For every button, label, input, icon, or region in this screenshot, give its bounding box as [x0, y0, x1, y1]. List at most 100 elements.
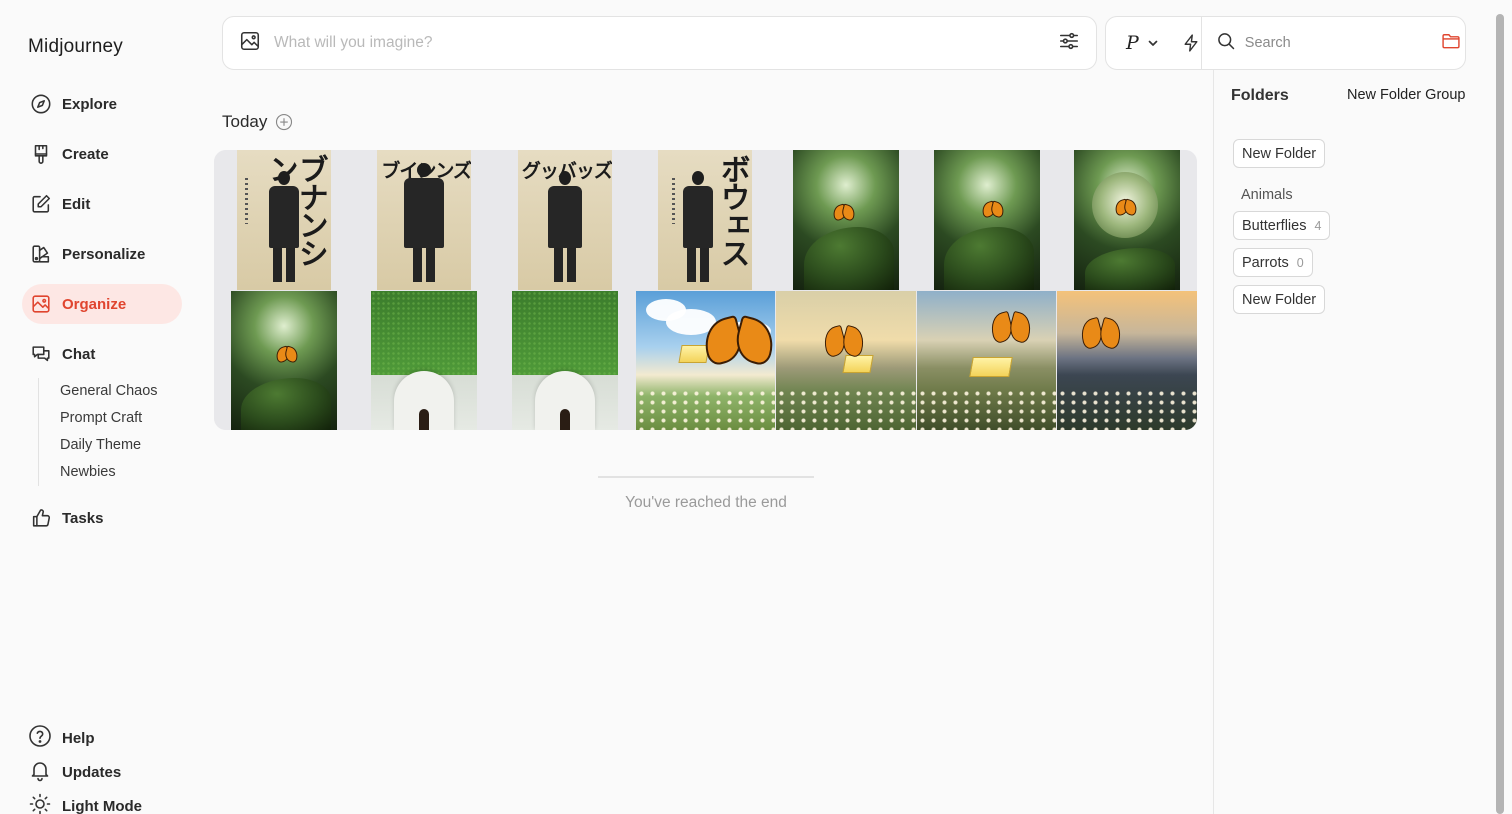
personalization-mode-letter: P [1126, 32, 1139, 54]
folders-title: Folders [1231, 87, 1289, 104]
chat-channel-list: General Chaos Prompt Craft Daily Theme N… [38, 378, 188, 486]
bell-icon [28, 758, 52, 786]
poster-title: ボウェス [714, 154, 750, 266]
folder-parrots[interactable]: Parrots 0 [1233, 248, 1313, 277]
gallery-item[interactable] [916, 291, 1057, 430]
image-frame-icon [30, 293, 52, 315]
nav-explore[interactable]: Explore [22, 84, 182, 124]
prompt-input[interactable] [274, 34, 1058, 52]
light-mode-label: Light Mode [62, 797, 142, 814]
compass-icon [30, 93, 52, 115]
gallery-item[interactable] [1057, 150, 1197, 290]
new-folder-label: New Folder [1242, 291, 1317, 308]
personalization-selector[interactable]: P [1106, 17, 1202, 69]
new-folder-in-group-button[interactable]: New Folder [1233, 285, 1326, 314]
scrollbar[interactable] [1496, 14, 1504, 814]
nav-label: Explore [62, 95, 118, 113]
gallery-item[interactable] [495, 291, 635, 430]
valley-butterfly-image [916, 291, 1057, 430]
sky-butterfly-image [635, 291, 776, 430]
nav-tasks[interactable]: Tasks [22, 498, 182, 538]
poster-image: グッバッズ [517, 150, 612, 290]
hedge-door-image [371, 291, 478, 430]
new-folder-button[interactable]: New Folder [1233, 139, 1326, 168]
lightning-icon[interactable] [1181, 33, 1201, 53]
add-circle-icon[interactable] [275, 113, 293, 131]
section-header-today: Today [222, 112, 293, 132]
nav-organize[interactable]: Organize [22, 284, 182, 324]
nav-chat[interactable]: Chat [22, 334, 182, 374]
sidebar: Midjourney Explore Create Edit Personali… [0, 0, 200, 814]
brand-logo[interactable]: Midjourney [28, 36, 123, 58]
gallery-item[interactable]: ブナンシン [214, 150, 354, 290]
gallery-item[interactable] [214, 291, 354, 430]
folder-name: Butterflies [1242, 217, 1307, 234]
image-upload-icon[interactable] [239, 30, 261, 57]
help-link[interactable]: Help [28, 724, 95, 752]
folder-count: 0 [1296, 255, 1304, 270]
folder-group-label: Animals [1241, 187, 1293, 203]
gallery-item[interactable]: グッバッズ [495, 150, 635, 290]
dusk-butterfly-image [1057, 291, 1197, 430]
gallery-item[interactable] [916, 150, 1057, 290]
folder-name: Parrots [1242, 254, 1289, 271]
thumbs-up-icon [30, 507, 52, 529]
folder-count: 4 [1314, 218, 1322, 233]
forest-butterfly-image [933, 150, 1040, 290]
help-label: Help [62, 729, 95, 747]
chat-channel-prompt-craft[interactable]: Prompt Craft [39, 405, 188, 432]
forest-butterfly-image [793, 150, 900, 290]
sunset-butterfly-image [776, 291, 916, 430]
gallery-item[interactable] [776, 150, 916, 290]
gallery-item[interactable] [1057, 291, 1197, 430]
gallery-item[interactable]: ブインンズ [354, 150, 495, 290]
mode-search-bar: P [1105, 16, 1466, 70]
gallery-item[interactable]: ボウェス [635, 150, 776, 290]
forest-butterfly-image [230, 291, 337, 430]
search-icon [1216, 31, 1236, 56]
edit-icon [30, 193, 52, 215]
image-gallery: ブナンシン ブインンズ グッバッズ ボウェス [214, 150, 1197, 430]
nav-label: Tasks [62, 509, 104, 527]
nav-personalize[interactable]: Personalize [22, 234, 182, 274]
chevron-down-icon [1148, 40, 1158, 46]
help-circle-icon [28, 724, 52, 752]
bubble-butterfly-image [1074, 150, 1181, 290]
folder-icon[interactable] [1441, 31, 1461, 56]
nav-label: Edit [62, 195, 91, 213]
hedge-door-image [511, 291, 618, 430]
sun-icon [28, 792, 52, 814]
poster-image: ボウェス [658, 150, 753, 290]
chat-channel-general-chaos[interactable]: General Chaos [39, 378, 188, 405]
settings-sliders-icon[interactable] [1058, 30, 1080, 57]
gallery-item[interactable] [354, 291, 495, 430]
light-mode-toggle[interactable]: Light Mode [28, 792, 142, 814]
new-folder-group-button[interactable]: New Folder Group [1347, 87, 1465, 103]
end-divider [598, 476, 814, 478]
chat-bubbles-icon [30, 343, 52, 365]
updates-label: Updates [62, 763, 122, 781]
updates-link[interactable]: Updates [28, 758, 121, 786]
nav-label: Organize [62, 295, 127, 313]
folder-butterflies[interactable]: Butterflies 4 [1233, 211, 1331, 240]
chat-channel-daily-theme[interactable]: Daily Theme [39, 432, 188, 459]
poster-image: ブナンシン [236, 150, 331, 290]
nav-label: Personalize [62, 245, 146, 263]
new-folder-label: New Folder [1242, 145, 1317, 162]
chat-channel-newbies[interactable]: Newbies [39, 459, 188, 486]
end-of-list-message: You've reached the end [625, 494, 787, 511]
palette-icon [30, 243, 52, 265]
section-title: Today [222, 112, 268, 131]
nav-create[interactable]: Create [22, 134, 182, 174]
gallery-item[interactable] [635, 291, 776, 430]
nav-label: Chat [62, 345, 96, 363]
prompt-bar [222, 16, 1097, 70]
poster-image: ブインンズ [377, 150, 472, 290]
nav-edit[interactable]: Edit [22, 184, 182, 224]
folders-panel: Folders New Folder Group New Folder Anim… [1213, 70, 1496, 814]
brush-icon [30, 143, 52, 165]
search-area [1202, 31, 1477, 56]
search-input[interactable] [1244, 35, 1432, 51]
gallery-item[interactable] [776, 291, 916, 430]
nav-label: Create [62, 145, 109, 163]
